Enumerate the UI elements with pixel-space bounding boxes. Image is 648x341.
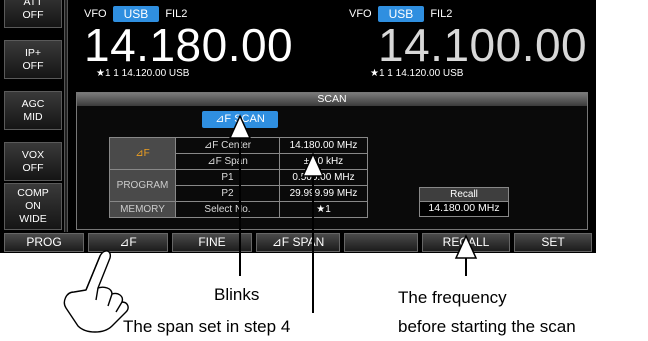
callout-overlay [63, 114, 478, 333]
span-arrow-icon [301, 152, 325, 313]
frequency-caption-line1: The frequency [398, 288, 507, 307]
blinks-arrow-icon [228, 114, 252, 276]
blinks-caption: Blinks [214, 285, 260, 304]
frequency-caption-line2: before starting the scan [398, 317, 576, 336]
span-caption: The span set in step 4 [123, 317, 291, 336]
pointing-hand-icon [63, 250, 129, 333]
recall-arrow-icon [454, 234, 478, 276]
